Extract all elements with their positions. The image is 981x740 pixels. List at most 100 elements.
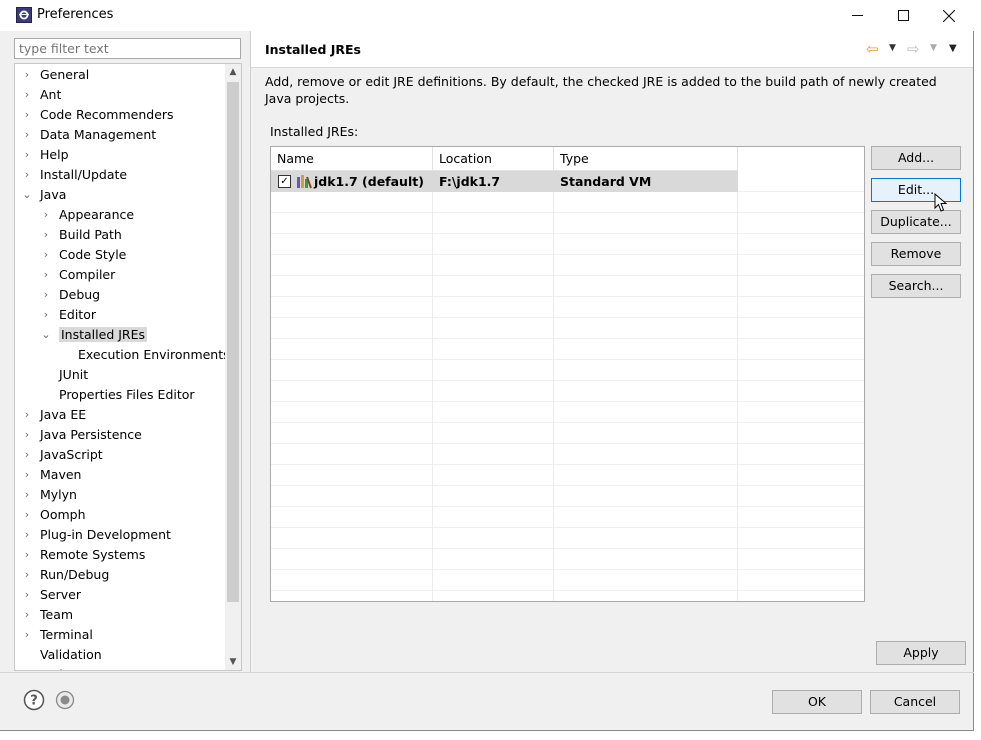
chevron-right-icon[interactable]: › <box>40 265 52 285</box>
tree-item[interactable]: › Code Recommenders <box>21 105 174 125</box>
chevron-right-icon[interactable]: › <box>21 425 33 445</box>
chevron-right-icon[interactable]: › <box>21 665 33 670</box>
tree-item[interactable]: › Help <box>21 145 69 165</box>
tree-item-label: Data Management <box>40 127 157 142</box>
chevron-right-icon[interactable]: › <box>40 205 52 225</box>
maximize-button[interactable] <box>880 0 926 31</box>
search-button[interactable]: Search... <box>871 274 961 298</box>
tree-item-label: Mylyn <box>40 487 77 502</box>
jre-checkbox[interactable]: ✓ <box>278 175 291 188</box>
tree-item[interactable]: › Plug-in Development <box>21 525 171 545</box>
tree-item[interactable]: ⌄ Installed JREs <box>40 325 148 345</box>
chevron-right-icon[interactable]: › <box>21 165 33 185</box>
chevron-right-icon[interactable]: › <box>21 585 33 605</box>
tree-item[interactable]: › General <box>21 65 89 85</box>
chevron-right-icon[interactable]: › <box>40 285 52 305</box>
tree-item[interactable]: › Java EE <box>21 405 86 425</box>
chevron-down-icon[interactable]: ⌄ <box>21 185 33 205</box>
tree-item[interactable]: ⌄ Java <box>21 185 66 205</box>
tree-item[interactable]: › Data Management <box>21 125 156 145</box>
tree-item[interactable]: Properties Files Editor <box>40 385 195 405</box>
table-grid-row <box>271 360 864 381</box>
tree-item[interactable]: › Build Path <box>40 225 122 245</box>
tree-item[interactable]: › Appearance <box>40 205 134 225</box>
table-grid-row <box>271 570 864 591</box>
chevron-right-icon[interactable]: › <box>21 485 33 505</box>
ok-button[interactable]: OK <box>772 690 862 714</box>
tree-item-label: Plug-in Development <box>40 527 171 542</box>
column-header-location[interactable]: Location <box>433 147 554 171</box>
tree-item[interactable]: › Oomph <box>21 505 86 525</box>
scroll-up-icon[interactable]: ▲ <box>225 64 241 81</box>
chevron-right-icon[interactable]: › <box>21 565 33 585</box>
column-header-type[interactable]: Type <box>554 147 738 171</box>
chevron-right-icon[interactable]: › <box>40 245 52 265</box>
chevron-right-icon[interactable]: › <box>21 525 33 545</box>
column-header-name[interactable]: Name <box>271 147 433 171</box>
tree-item[interactable]: › Debug <box>40 285 100 305</box>
tree-item[interactable]: › Web <box>21 665 67 670</box>
tree-item[interactable]: › Terminal <box>21 625 93 645</box>
apply-button[interactable]: Apply <box>876 641 966 665</box>
duplicate-button[interactable]: Duplicate... <box>871 210 961 234</box>
tree-item[interactable]: JUnit <box>40 365 88 385</box>
chevron-right-icon[interactable]: › <box>21 505 33 525</box>
chevron-right-icon[interactable]: › <box>21 105 33 125</box>
tree-item[interactable]: › Install/Update <box>21 165 127 185</box>
close-button[interactable] <box>926 0 972 31</box>
tree-item[interactable]: › Server <box>21 585 81 605</box>
preferences-window: Preferences › General › Ant › Code Recommende… <box>0 0 974 731</box>
chevron-right-icon[interactable]: › <box>21 605 33 625</box>
splitter[interactable] <box>250 31 251 672</box>
tree-item[interactable]: › Team <box>21 605 73 625</box>
view-menu-icon[interactable]: ▼ <box>949 43 957 54</box>
chevron-right-icon[interactable]: › <box>21 465 33 485</box>
tree-item-label: Install/Update <box>40 167 128 182</box>
forward-menu-chevron-icon[interactable]: ▼ <box>930 43 937 53</box>
tree-item[interactable]: › Editor <box>40 305 96 325</box>
tree-item[interactable]: › Run/Debug <box>21 565 110 585</box>
tree-item[interactable]: › JavaScript <box>21 445 103 465</box>
tree-item[interactable]: › Java Persistence <box>21 425 142 445</box>
tree-item[interactable]: › Compiler <box>40 265 115 285</box>
remove-button[interactable]: Remove <box>871 242 961 266</box>
scrollbar-thumb[interactable] <box>227 82 239 602</box>
scroll-down-icon[interactable]: ▼ <box>225 654 241 671</box>
chevron-down-icon[interactable]: ⌄ <box>40 325 52 345</box>
forward-arrow-icon[interactable]: ⇨ <box>907 40 920 58</box>
chevron-right-icon[interactable]: › <box>21 145 33 165</box>
column-divider <box>737 171 738 601</box>
table-grid-row <box>271 465 864 486</box>
chevron-right-icon[interactable]: › <box>21 85 33 105</box>
chevron-right-icon[interactable]: › <box>21 125 33 145</box>
import-export-icon[interactable] <box>55 690 75 710</box>
back-menu-chevron-icon[interactable]: ▼ <box>889 43 896 53</box>
filter-input[interactable] <box>14 38 241 59</box>
preferences-tree: › General › Ant › Code Recommenders › Data Mana… <box>14 63 242 671</box>
chevron-right-icon[interactable]: › <box>21 445 33 465</box>
tree-item[interactable]: Validation <box>21 645 102 665</box>
minimize-button[interactable] <box>834 0 880 31</box>
tree-item[interactable]: › Remote Systems <box>21 545 146 565</box>
chevron-right-icon[interactable]: › <box>40 225 52 245</box>
chevron-right-icon[interactable]: › <box>21 545 33 565</box>
page-title: Installed JREs <box>265 42 362 57</box>
chevron-right-icon[interactable]: › <box>21 405 33 425</box>
eclipse-icon <box>16 7 32 23</box>
tree-item[interactable]: › Ant <box>21 85 62 105</box>
tree-item[interactable]: › Mylyn <box>21 485 77 505</box>
tree-item[interactable]: › Maven <box>21 465 82 485</box>
tree-item[interactable]: › Code Style <box>40 245 127 265</box>
add-button[interactable]: Add... <box>871 146 961 170</box>
chevron-right-icon[interactable]: › <box>21 625 33 645</box>
jre-table: Name Location Type ✓ jdk1.7 (default) F:… <box>270 146 865 602</box>
chevron-right-icon[interactable]: › <box>21 65 33 85</box>
tree-item-label: Code Style <box>59 247 127 262</box>
cancel-button[interactable]: Cancel <box>870 690 960 714</box>
tree-item-label: Run/Debug <box>40 567 110 582</box>
help-icon[interactable]: ? <box>23 689 45 711</box>
back-arrow-icon[interactable]: ⇦ <box>866 40 879 58</box>
chevron-right-icon[interactable]: › <box>40 305 52 325</box>
tree-item[interactable]: Execution Environments <box>59 345 230 365</box>
table-row[interactable]: ✓ jdk1.7 (default) F:\jdk1.7 Standard VM <box>271 171 738 192</box>
